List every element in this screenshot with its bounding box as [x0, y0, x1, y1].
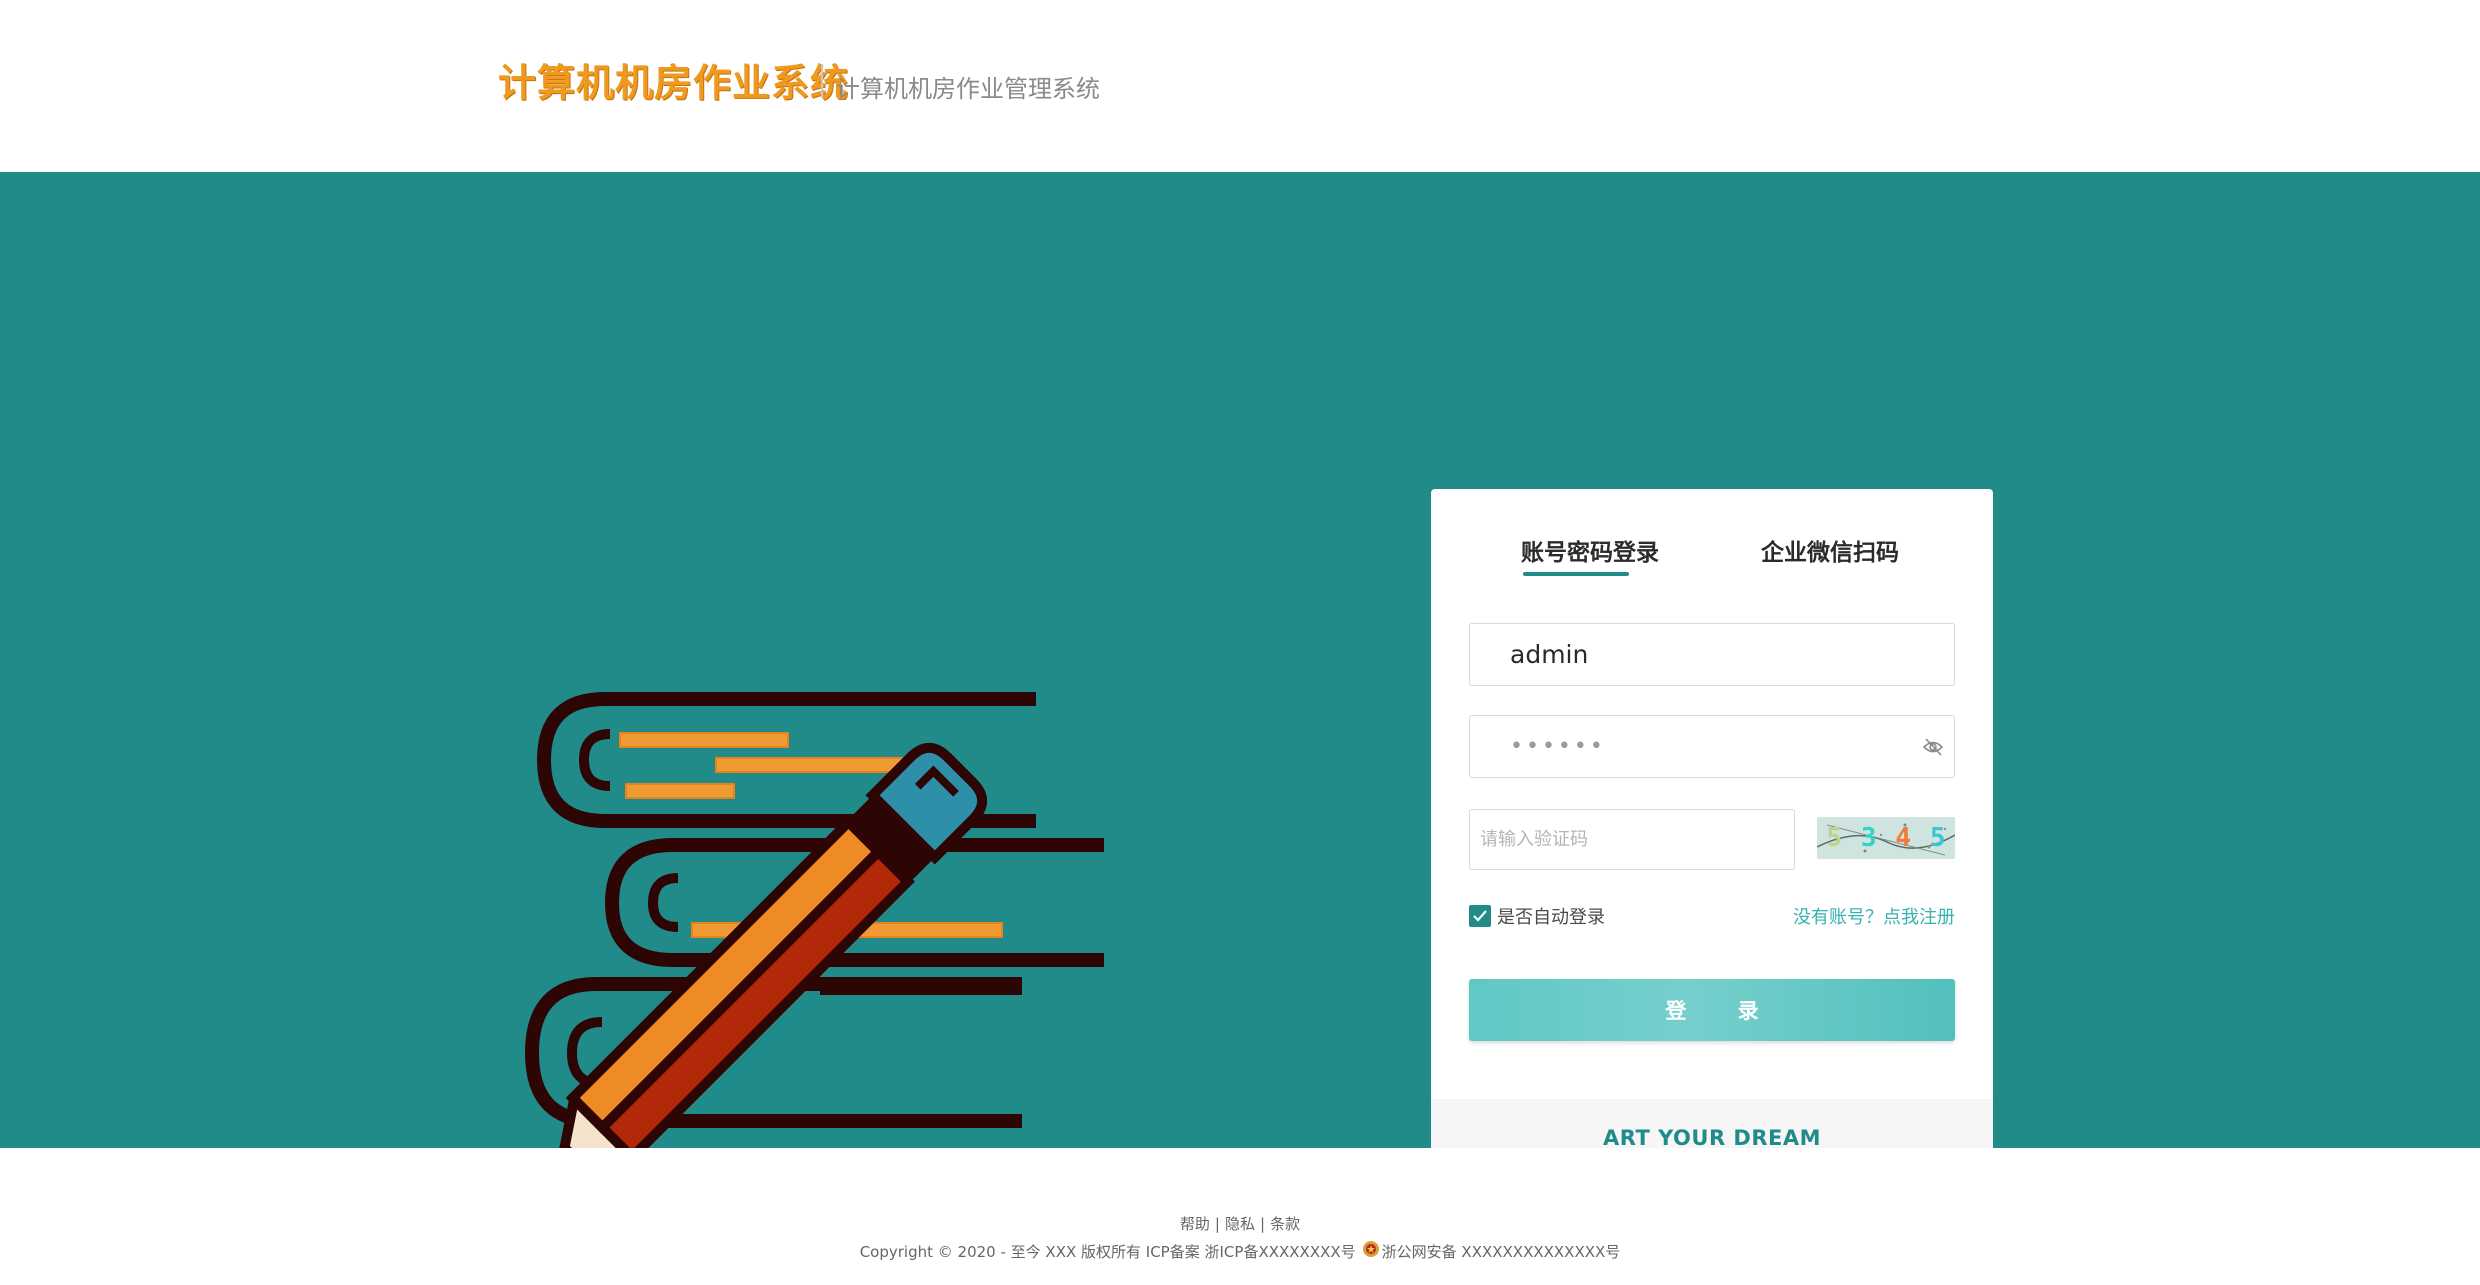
password-input[interactable]: [1470, 716, 1954, 777]
footer-link-help[interactable]: 帮助: [1180, 1215, 1210, 1233]
footer-links: 帮助 | 隐私 | 条款: [0, 1213, 2480, 1234]
logo-subtitle: 计算机机房作业管理系统: [836, 75, 1100, 103]
copyright-text: Copyright © 2020 - 至今 XXX 版权所有 ICP备案 浙IC…: [859, 1243, 1356, 1261]
slogan: ART YOUR DREAM: [1602, 1125, 1822, 1150]
police-badge-icon: [1362, 1240, 1379, 1257]
footer-separator: |: [1260, 1215, 1266, 1233]
captcha-text: 5 3 4 5: [1817, 817, 1955, 859]
autologin-label: 是否自动登录: [1497, 907, 1605, 928]
footer-separator: |: [1214, 1215, 1220, 1233]
tab-account-password[interactable]: 账号密码登录: [1521, 533, 1659, 567]
autologin-option[interactable]: 是否自动登录: [1469, 903, 1605, 929]
books-pencil-illustration: [524, 692, 1104, 1175]
footer-copyright: Copyright © 2020 - 至今 XXX 版权所有 ICP备案 浙IC…: [0, 1240, 2480, 1262]
login-card: 账号密码登录 企业微信扫码 5: [1431, 489, 1993, 1176]
register-link[interactable]: 没有账号？点我注册: [1793, 903, 1955, 929]
captcha-char-3: 4: [1895, 823, 1912, 853]
tab-wechat-scan[interactable]: 企业微信扫码: [1761, 533, 1899, 567]
page-footer: 帮助 | 隐私 | 条款 Copyright © 2020 - 至今 XXX 版权所有 …: [0, 1148, 2480, 1285]
check-icon: [1473, 910, 1487, 922]
username-input[interactable]: [1470, 624, 1954, 685]
captcha-input[interactable]: [1470, 810, 1794, 869]
captcha-char-2: 3: [1860, 823, 1877, 853]
captcha-char-4: 5: [1929, 823, 1946, 853]
footer-link-terms[interactable]: 条款: [1270, 1215, 1300, 1233]
username-field-wrapper: [1469, 623, 1955, 686]
logo-divider: [821, 64, 823, 98]
autologin-checkbox[interactable]: [1469, 905, 1491, 927]
footer-link-privacy[interactable]: 隐私: [1225, 1215, 1255, 1233]
captcha-char-1: 5: [1826, 823, 1843, 853]
page-header: 计算机机房作业系统 计算机机房作业管理系统: [0, 0, 2480, 172]
main-banner: 账号密码登录 企业微信扫码 5: [0, 172, 2480, 1176]
captcha-image[interactable]: 5 3 4 5: [1817, 817, 1955, 859]
active-tab-indicator: [1523, 572, 1629, 576]
logo-title[interactable]: 计算机机房作业系统: [498, 52, 849, 107]
eye-slash-icon[interactable]: [1922, 736, 1944, 758]
captcha-field-wrapper: [1469, 809, 1795, 870]
password-field-wrapper: [1469, 715, 1955, 778]
police-record-text[interactable]: 浙公网安备 XXXXXXXXXXXXXX号: [1382, 1241, 1621, 1262]
login-button[interactable]: 登 录: [1469, 979, 1955, 1041]
